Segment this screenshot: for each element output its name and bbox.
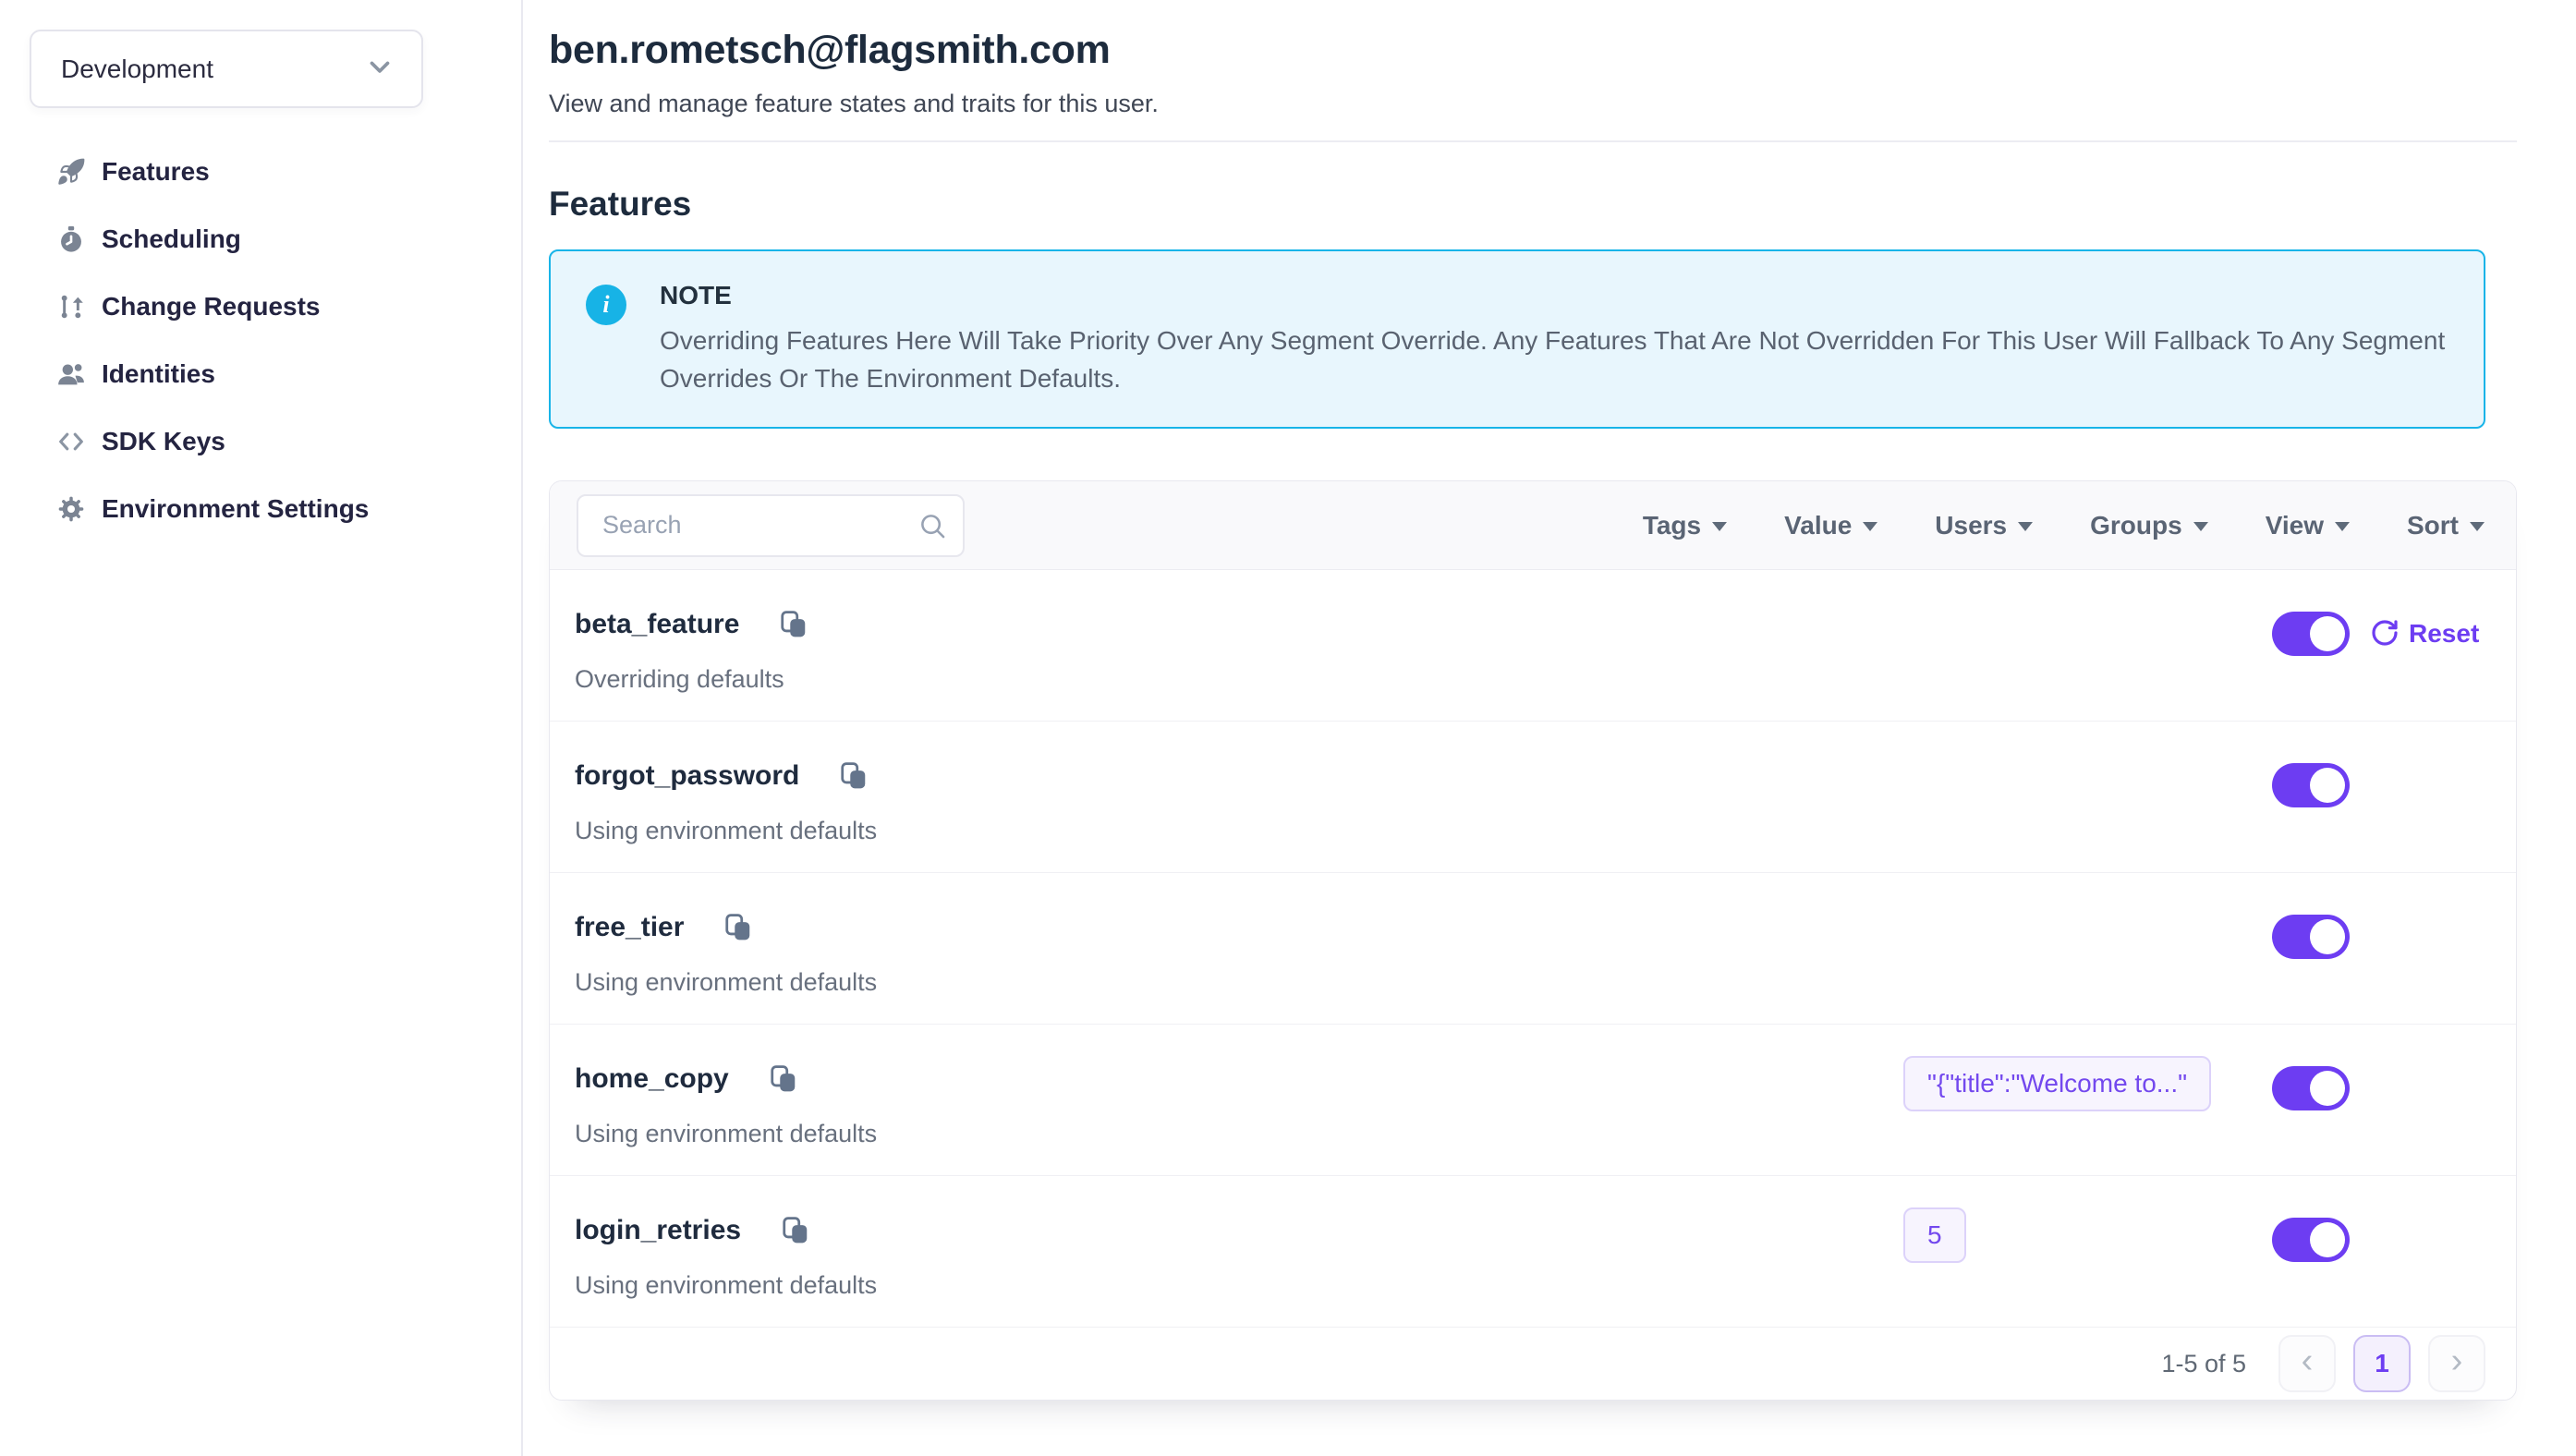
environment-selector-value: Development xyxy=(61,55,213,84)
sidebar-item-label: Change Requests xyxy=(102,292,321,322)
flagsmith-app: Development Features xyxy=(0,0,2576,1456)
feature-status: Using environment defaults xyxy=(575,968,1903,997)
note-banner: i NOTE Overriding Features Here Will Tak… xyxy=(549,249,2485,429)
note-title: NOTE xyxy=(660,281,2447,310)
feature-toggle[interactable] xyxy=(2272,915,2350,959)
feature-status: Using environment defaults xyxy=(575,817,1903,845)
filter-groups[interactable]: Groups xyxy=(2090,511,2208,540)
page-subtitle: View and manage feature states and trait… xyxy=(549,90,2517,118)
feature-row-free-tier[interactable]: free_tier Using environment defaults xyxy=(550,873,2516,1025)
pagination-next-button[interactable]: › xyxy=(2428,1335,2485,1392)
chevron-right-icon: › xyxy=(2451,1343,2463,1378)
pagination-prev-button[interactable]: ‹ xyxy=(2278,1335,2336,1392)
feature-value-chip[interactable]: "{"title":"Welcome to..." xyxy=(1903,1056,2211,1111)
sidebar-item-scheduling[interactable]: Scheduling xyxy=(30,220,492,258)
pagination-page-1-button[interactable]: 1 xyxy=(2353,1335,2411,1392)
sidebar-item-label: Scheduling xyxy=(102,224,241,254)
caret-down-icon xyxy=(1712,522,1727,531)
copy-icon[interactable] xyxy=(780,610,808,639)
sidebar-nav: Features Scheduling xyxy=(30,152,492,557)
features-section-heading: Features xyxy=(549,185,2517,224)
gear-icon xyxy=(55,493,87,525)
reset-button[interactable]: Reset xyxy=(2370,612,2479,656)
copy-icon[interactable] xyxy=(770,1064,797,1094)
feature-status: Overriding defaults xyxy=(575,665,1903,694)
sidebar-item-label: SDK Keys xyxy=(102,427,225,456)
feature-row-beta-feature[interactable]: beta_feature Overriding defaults xyxy=(550,570,2516,722)
chevron-left-icon: ‹ xyxy=(2302,1343,2314,1378)
refresh-icon xyxy=(2370,618,2400,650)
stopwatch-icon xyxy=(55,224,87,255)
sidebar-item-label: Environment Settings xyxy=(102,494,369,524)
code-icon xyxy=(55,426,87,457)
pagination-range: 1-5 of 5 xyxy=(2161,1350,2246,1378)
filter-tags[interactable]: Tags xyxy=(1643,511,1727,540)
search-icon xyxy=(917,510,948,546)
filter-sort[interactable]: Sort xyxy=(2407,511,2485,540)
filter-users[interactable]: Users xyxy=(1935,511,2033,540)
feature-name: free_tier xyxy=(575,912,684,943)
sidebar: Development Features xyxy=(0,0,523,1456)
rocket-icon xyxy=(55,156,87,188)
change-requests-icon xyxy=(55,291,87,322)
copy-icon[interactable] xyxy=(782,1216,809,1245)
caret-down-icon xyxy=(2193,522,2208,531)
copy-icon[interactable] xyxy=(724,913,752,942)
feature-status: Using environment defaults xyxy=(575,1271,1903,1300)
page-title: ben.rometsch@flagsmith.com xyxy=(549,28,2517,73)
identities-icon xyxy=(55,358,87,390)
environment-selector[interactable]: Development xyxy=(30,30,423,108)
feature-name: home_copy xyxy=(575,1063,729,1095)
sidebar-item-sdk-keys[interactable]: SDK Keys xyxy=(30,422,492,460)
chevron-down-icon xyxy=(364,51,395,87)
feature-row-forgot-password[interactable]: forgot_password Using environment defaul… xyxy=(550,722,2516,873)
sidebar-item-label: Identities xyxy=(102,359,215,389)
feature-status: Using environment defaults xyxy=(575,1120,1903,1148)
caret-down-icon xyxy=(2335,522,2350,531)
filter-view[interactable]: View xyxy=(2266,511,2350,540)
sidebar-item-environment-settings[interactable]: Environment Settings xyxy=(30,490,492,528)
caret-down-icon xyxy=(2470,522,2485,531)
sidebar-item-label: Features xyxy=(102,157,210,187)
pagination: 1-5 of 5 ‹ 1 › xyxy=(550,1328,2516,1400)
header-divider xyxy=(549,140,2517,142)
main-content: ben.rometsch@flagsmith.com View and mana… xyxy=(523,0,2576,1456)
search-input[interactable] xyxy=(577,494,965,557)
features-panel: Tags Value Users Groups xyxy=(549,480,2517,1401)
feature-toggle[interactable] xyxy=(2272,1218,2350,1262)
copy-icon[interactable] xyxy=(840,761,868,791)
info-icon: i xyxy=(586,285,626,325)
filter-value[interactable]: Value xyxy=(1784,511,1877,540)
feature-toggle[interactable] xyxy=(2272,1066,2350,1110)
feature-value-chip[interactable]: 5 xyxy=(1903,1207,1966,1263)
feature-row-login-retries[interactable]: login_retries Using environment defaults… xyxy=(550,1176,2516,1328)
note-body: Overriding Features Here Will Take Prior… xyxy=(660,322,2447,397)
feature-name: login_retries xyxy=(575,1215,741,1246)
feature-name: beta_feature xyxy=(575,609,739,640)
filter-bar: Tags Value Users Groups xyxy=(1643,511,2488,540)
caret-down-icon xyxy=(1863,522,1877,531)
sidebar-item-identities[interactable]: Identities xyxy=(30,355,492,393)
sidebar-item-features[interactable]: Features xyxy=(30,152,492,190)
feature-row-home-copy[interactable]: home_copy Using environment defaults "{"… xyxy=(550,1025,2516,1176)
feature-name: forgot_password xyxy=(575,760,799,792)
features-toolbar: Tags Value Users Groups xyxy=(550,481,2516,570)
sidebar-item-change-requests[interactable]: Change Requests xyxy=(30,287,492,325)
caret-down-icon xyxy=(2018,522,2033,531)
feature-toggle[interactable] xyxy=(2272,612,2350,656)
feature-toggle[interactable] xyxy=(2272,763,2350,807)
